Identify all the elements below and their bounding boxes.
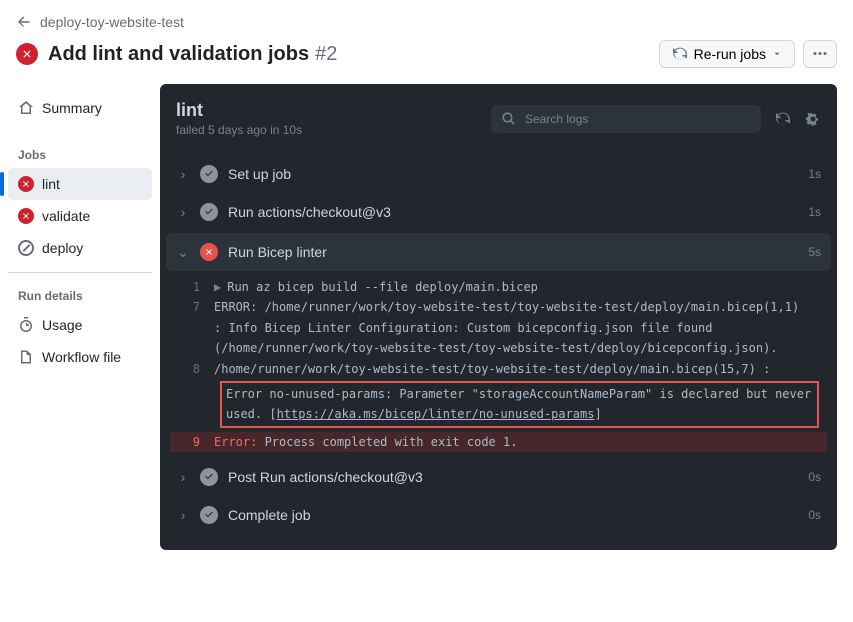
check-circle-icon (200, 203, 218, 221)
rerun-jobs-button[interactable]: Re-run jobs (659, 40, 795, 68)
log-output: 1 ▶Run az bicep build --file deploy/main… (160, 273, 837, 458)
step-setup-job[interactable]: › Set up job 1s (160, 155, 837, 193)
sidebar-summary[interactable]: Summary (8, 92, 152, 124)
log-line[interactable]: 7ERROR: /home/runner/work/toy-website-te… (170, 297, 827, 317)
highlighted-error-box: Error no-unused-params: Parameter "stora… (220, 381, 819, 428)
check-circle-icon (200, 165, 218, 183)
chevron-right-icon: › (176, 507, 190, 523)
file-icon (18, 349, 34, 365)
log-line[interactable]: 8/home/runner/work/toy-website-test/toy-… (170, 359, 827, 379)
sync-icon (775, 111, 791, 127)
search-logs-input[interactable]: Search logs (491, 105, 761, 133)
sidebar-job-validate[interactable]: validate (8, 200, 152, 232)
skip-icon (18, 240, 34, 256)
linter-docs-link[interactable]: https://aka.ms/bicep/linter/no-unused-pa… (277, 407, 595, 421)
breadcrumb-repo[interactable]: deploy-toy-website-test (40, 14, 184, 30)
sync-icon (672, 46, 688, 62)
log-line[interactable]: : Info Bicep Linter Configuration: Custo… (170, 318, 827, 338)
sidebar-rundetails-header: Run details (8, 281, 152, 309)
chevron-right-icon: › (176, 204, 190, 220)
sidebar-job-lint[interactable]: lint (8, 168, 152, 200)
arrow-left-icon (16, 14, 32, 30)
sidebar-job-deploy[interactable]: deploy (8, 232, 152, 264)
kebab-menu-button[interactable] (803, 40, 837, 68)
step-checkout[interactable]: › Run actions/checkout@v3 1s (160, 193, 837, 231)
stopwatch-icon (18, 317, 34, 333)
chevron-right-icon: › (176, 469, 190, 485)
gear-icon (805, 111, 821, 127)
step-bicep-linter[interactable]: ⌄ Run Bicep linter 5s (166, 233, 831, 271)
run-status-fail-icon (16, 43, 38, 65)
refresh-logs-button[interactable] (775, 111, 791, 127)
log-settings-button[interactable] (805, 111, 821, 127)
job-name: lint (176, 100, 302, 121)
search-icon (501, 111, 517, 127)
log-line[interactable]: (/home/runner/work/toy-website-test/toy-… (170, 338, 827, 358)
x-circle-fill-icon (18, 176, 34, 192)
x-circle-fill-icon (18, 208, 34, 224)
job-log-panel: lint failed 5 days ago in 10s Search log… (160, 84, 837, 550)
caret-down-icon (772, 49, 782, 59)
x-circle-fill-icon (200, 243, 218, 261)
step-post-checkout[interactable]: › Post Run actions/checkout@v3 0s (160, 458, 837, 496)
log-line[interactable]: 1 ▶Run az bicep build --file deploy/main… (170, 277, 827, 297)
home-icon (18, 100, 34, 116)
sidebar-jobs-header: Jobs (8, 140, 152, 168)
log-line-error[interactable]: 9Error: Process completed with exit code… (170, 432, 827, 452)
kebab-icon (812, 46, 828, 62)
sidebar-usage[interactable]: Usage (8, 309, 152, 341)
check-circle-icon (200, 506, 218, 524)
page-title: Add lint and validation jobs #2 (48, 43, 337, 66)
check-circle-icon (200, 468, 218, 486)
step-complete-job[interactable]: › Complete job 0s (160, 496, 837, 534)
chevron-down-icon: ⌄ (176, 244, 190, 261)
sidebar-workflow-file[interactable]: Workflow file (8, 341, 152, 373)
chevron-right-icon: › (176, 166, 190, 182)
job-meta: failed 5 days ago in 10s (176, 123, 302, 137)
breadcrumb[interactable]: deploy-toy-website-test (16, 8, 837, 36)
sidebar: Summary Jobs lint validate deploy Run de… (0, 84, 160, 566)
